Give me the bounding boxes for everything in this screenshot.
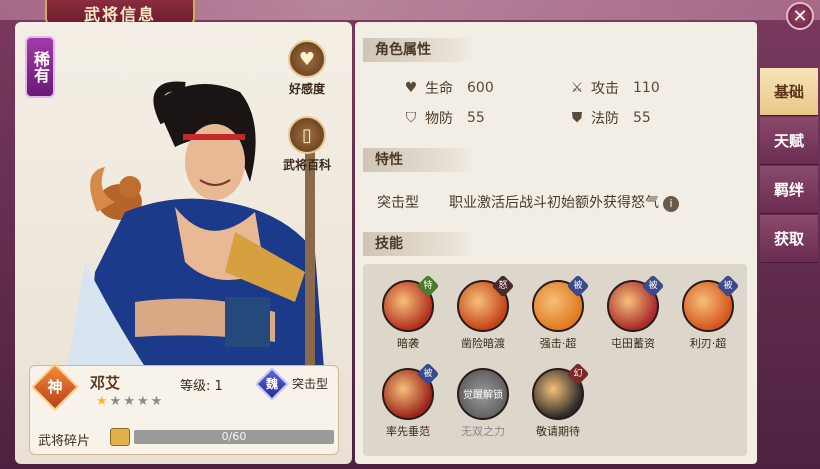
- encyclopedia-button[interactable]: ▯ 武将百科: [279, 116, 335, 173]
- skills-grid: 特暗袭怒凿险暗渡被强击·超被屯田蓄资被利刃·超被率先垂范 觉醒解锁 无双之力幻敬请期…: [363, 264, 747, 456]
- attr-value: 55: [467, 110, 485, 126]
- attr-label: 法防: [591, 111, 619, 127]
- attr-value: 110: [633, 80, 660, 96]
- shard-label: 武将碎片: [38, 434, 91, 449]
- skill-slot[interactable]: 怒凿险暗渡: [448, 274, 518, 351]
- god-badge: 神: [30, 362, 80, 412]
- attr-value: 600: [467, 80, 494, 96]
- skill-type-badge: 被: [716, 274, 740, 298]
- hero-panel: 稀有 ♥ 好感度 ▯ 武将百科 神 邓艾 等级: 1 魏 突击型 ★ ★ ★ ★ ★ 武…: [15, 22, 352, 464]
- star-rating: ★ ★ ★ ★ ★: [96, 394, 162, 409]
- skill-slot[interactable]: 觉醒解锁 无双之力: [448, 368, 518, 439]
- attr-magic-def: ⛊ 法防 55: [569, 108, 651, 128]
- skill-name: 强击·超: [539, 337, 577, 350]
- magic-shield-icon: ⛊: [571, 110, 583, 126]
- skill-slot[interactable]: 被利刃·超: [673, 274, 743, 351]
- skill-icon: 特: [382, 274, 440, 332]
- tab-obtain[interactable]: 获取: [760, 215, 818, 263]
- hero-level: 等级: 1: [180, 379, 223, 394]
- heart-icon: ♥: [404, 80, 418, 96]
- skill-type-badge: 幻: [566, 362, 590, 386]
- skill-type-badge: 被: [641, 274, 665, 298]
- god-badge-label: 神: [47, 378, 63, 396]
- hero-info-card: 神 邓艾 等级: 1 魏 突击型 ★ ★ ★ ★ ★ 武将碎片 0/60: [29, 362, 339, 455]
- skill-type-badge: 被: [416, 362, 440, 386]
- star-icon: ★: [136, 394, 149, 409]
- shield-icon: ⛉: [405, 110, 417, 126]
- hero-name: 邓艾: [90, 374, 121, 392]
- skill-slot[interactable]: 特暗袭: [373, 274, 443, 351]
- kingdom-badge: 魏: [255, 367, 289, 401]
- star-icon: ★: [150, 394, 163, 409]
- close-button[interactable]: ✕: [786, 2, 814, 30]
- rarity-label: 稀有: [31, 51, 50, 83]
- skills-heading: 技能: [363, 232, 475, 256]
- trait-description: 职业激活后战斗初始额外获得怒气 i: [449, 192, 679, 212]
- affinity-button[interactable]: ♥ 好感度: [279, 40, 335, 97]
- heart-icon: ♥: [288, 40, 326, 78]
- skill-icon: 幻: [532, 362, 590, 420]
- skill-name: 暗袭: [397, 337, 419, 350]
- skill-slot[interactable]: 被率先垂范: [373, 362, 443, 439]
- book-icon: ▯: [288, 116, 326, 154]
- skill-icon: 被: [532, 274, 590, 332]
- skill-name: 屯田蓄资: [611, 337, 655, 350]
- skill-name: 利刃·超: [689, 337, 727, 350]
- content-panel: 角色属性 ♥ 生命 600 ⚔ 攻击 110 ⛉ 物防 55 ⛊ 法防 55 特…: [355, 22, 757, 464]
- star-icon: ★: [123, 394, 135, 409]
- tab-talent[interactable]: 天赋: [760, 117, 818, 165]
- star-icon: ★: [109, 394, 122, 409]
- skill-locked-label: 觉醒解锁: [463, 390, 503, 401]
- hero-portrait: [65, 81, 325, 382]
- attr-label: 攻击: [591, 81, 619, 97]
- skill-type-badge: 被: [566, 274, 590, 298]
- skill-icon: 怒: [457, 274, 515, 332]
- tab-basic[interactable]: 基础: [760, 68, 818, 116]
- skill-slot[interactable]: 被屯田蓄资: [598, 274, 668, 351]
- trait-name: 突击型: [377, 195, 419, 211]
- attr-hp: ♥ 生命 600: [403, 78, 494, 98]
- attr-attack: ⚔ 攻击 110: [569, 78, 660, 98]
- skill-slot[interactable]: 被强击·超: [523, 274, 593, 351]
- skill-name: 敬请期待: [536, 425, 580, 438]
- star-icon: ★: [96, 394, 108, 409]
- attr-phys-def: ⛉ 物防 55: [403, 108, 485, 128]
- attributes-heading: 角色属性: [363, 38, 475, 62]
- skill-type-badge: 怒: [491, 274, 515, 298]
- trait-heading: 特性: [363, 148, 475, 172]
- rarity-badge: 稀有: [25, 36, 55, 98]
- info-icon[interactable]: i: [663, 196, 679, 212]
- attr-value: 55: [633, 110, 651, 126]
- close-icon: ✕: [792, 5, 808, 27]
- attr-label: 生命: [425, 81, 453, 97]
- skill-name: 凿险暗渡: [461, 337, 505, 350]
- trait-description-text: 职业激活后战斗初始额外获得怒气: [449, 195, 659, 211]
- affinity-label: 好感度: [288, 82, 325, 96]
- shard-progress-text: 0/60: [221, 430, 247, 443]
- shard-progress-bar: 0/60: [134, 430, 334, 444]
- skill-icon: 觉醒解锁: [457, 368, 509, 420]
- encyclopedia-label: 武将百科: [282, 158, 331, 172]
- class-type: 突击型: [292, 377, 329, 391]
- skill-name: 无双之力: [461, 425, 505, 438]
- tab-bond[interactable]: 羁绊: [760, 166, 818, 214]
- kingdom-label: 魏: [265, 377, 278, 391]
- shard-icon[interactable]: [110, 428, 130, 446]
- skill-slot[interactable]: 幻敬请期待: [523, 362, 593, 439]
- skill-name: 率先垂范: [386, 425, 430, 438]
- sword-icon: ⚔: [570, 80, 584, 96]
- skill-type-badge: 特: [416, 274, 440, 298]
- skill-icon: 被: [382, 362, 440, 420]
- attr-label: 物防: [425, 111, 453, 127]
- skill-icon: 被: [682, 274, 740, 332]
- skill-icon: 被: [607, 274, 665, 332]
